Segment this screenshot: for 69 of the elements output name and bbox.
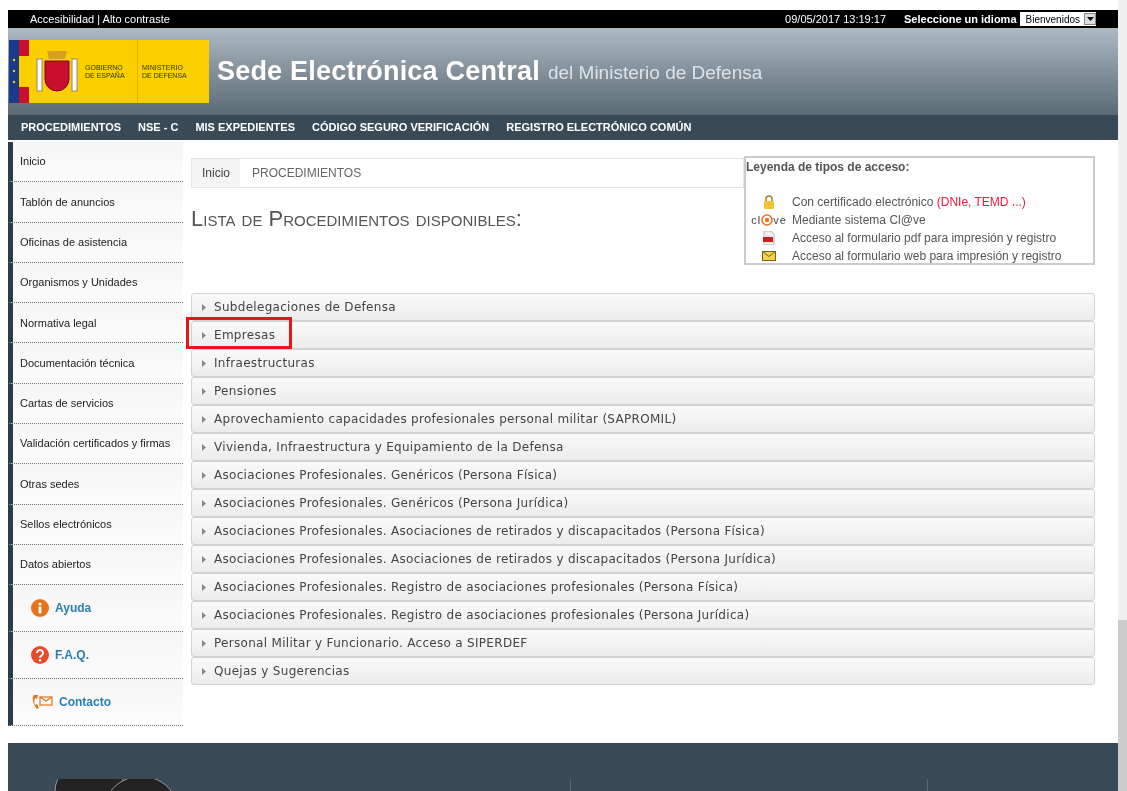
phone-envelope-icon — [31, 693, 53, 712]
accordion-header[interactable]: Infraestructuras — [191, 349, 1095, 377]
accordion-header[interactable]: Asociaciones Profesionales. Registro de asociaciones profesionales (Persona Jurídica) — [191, 601, 1095, 629]
padlock-icon — [763, 195, 775, 209]
sidebar-item[interactable]: Documentación técnica — [8, 343, 183, 384]
accordion-header[interactable]: Asociaciones Profesionales. Registro de asociaciones profesionales (Persona Física) — [191, 573, 1095, 601]
triangle-icon — [202, 359, 206, 367]
nav-link[interactable]: MIS EXPEDIENTES — [195, 119, 295, 136]
language-select[interactable]: Bienvenidos — [1019, 12, 1096, 26]
envelope-icon — [762, 251, 776, 261]
nav-link[interactable]: PROCEDIMIENTOS — [21, 119, 122, 136]
accessibility-link[interactable]: Accesibilidad | Alto contraste — [30, 10, 170, 28]
triangle-icon — [202, 303, 206, 311]
accordion-header[interactable]: Quejas y Sugerencias — [191, 657, 1095, 685]
breadcrumb-current: PROCEDIMIENTOS — [252, 165, 362, 182]
page-title: Lista de Procedimientos disponibles: — [191, 205, 523, 233]
triangle-icon — [202, 471, 206, 479]
sidebar-item[interactable]: Organismos y Unidades — [8, 262, 183, 304]
triangle-icon — [202, 499, 206, 507]
triangle-icon — [202, 639, 206, 647]
accordion-header[interactable]: Empresas — [191, 321, 1095, 349]
sidebar-item[interactable]: Otras sedes — [8, 464, 183, 505]
sidebar-item[interactable]: F.A.Q. — [8, 632, 183, 680]
sidebar-item[interactable]: Validación certificados y firmas — [8, 424, 183, 465]
triangle-icon — [202, 555, 206, 563]
accordion-header[interactable]: Personal Militar y Funcionario. Acceso a SIPERDEF — [191, 629, 1095, 657]
accordion-header[interactable]: Asociaciones Profesionales. Genéricos (Persona Jurídica) — [191, 489, 1095, 517]
legend-text: Con certificado electrónico (DNIe, TEMD ...) — [792, 194, 1026, 211]
accordion-header[interactable]: Subdelegaciones de Defensa — [191, 293, 1095, 321]
triangle-icon — [202, 415, 206, 423]
caret-icon — [1086, 17, 1094, 21]
sidebar-item[interactable]: Sellos electrónicos — [8, 504, 183, 545]
clave-logo: cl ve — [751, 214, 787, 226]
legend-text: Acceso al formulario pdf para impresión y registro — [792, 230, 1057, 247]
sidebar-item[interactable]: Ayuda — [8, 585, 183, 633]
accordion-header[interactable]: Asociaciones Profesionales. Genéricos (Persona Física) — [191, 461, 1095, 489]
nav-link[interactable]: NSE - C — [138, 119, 179, 136]
legend-title: Leyenda de tipos de acceso: — [746, 159, 911, 176]
legend-text: Mediante sistema Cl@ve — [792, 212, 926, 229]
date-time: 09/05/2017 13:19:17 — [785, 11, 887, 27]
sidebar-item[interactable]: Inicio — [8, 142, 183, 183]
triangle-icon — [202, 387, 206, 395]
triangle-icon — [202, 583, 206, 591]
legend-text: Acceso al formulario web para impresión y registro — [792, 248, 1062, 265]
accordion-header[interactable]: Vivienda, Infraestructura y Equipamiento de la Defensa — [191, 433, 1095, 461]
question-icon — [31, 646, 49, 665]
sidebar-item[interactable]: Contacto — [8, 679, 183, 727]
site-subtitle: del Ministerio de Defensa — [547, 61, 763, 86]
language-label: Seleccione un idioma — [904, 11, 1017, 27]
accordion-header[interactable]: Asociaciones Profesionales. Asociaciones de retirados y discapacitados (Persona Jurídica) — [191, 545, 1095, 573]
accordion-header[interactable]: Asociaciones Profesionales. Asociaciones de retirados y discapacitados (Persona Física) — [191, 517, 1095, 545]
site-title: Sede Electrónica Central — [217, 55, 540, 89]
breadcrumb-link[interactable]: Inicio — [192, 159, 240, 187]
triangle-icon — [202, 611, 206, 619]
pdf-file-icon — [763, 231, 775, 245]
sidebar-item[interactable]: Datos abiertos — [8, 544, 183, 586]
triangle-icon — [202, 667, 206, 675]
triangle-icon — [202, 443, 206, 451]
sidebar-item[interactable]: Oficinas de asistencia — [8, 222, 183, 263]
sidebar-item[interactable]: Tablón de anuncios — [8, 182, 183, 223]
sidebar-item[interactable]: Normativa legal — [8, 303, 183, 344]
triangle-icon — [202, 331, 206, 339]
info-icon — [31, 599, 49, 618]
nav-link[interactable]: REGISTRO ELECTRÓNICO COMÚN — [506, 119, 692, 136]
triangle-icon — [202, 527, 206, 535]
sidebar-item[interactable]: Cartas de servicios — [8, 383, 183, 425]
nav-link[interactable]: CÓDIGO SEGURO VERIFICACIÓN — [312, 119, 490, 136]
accordion-header[interactable]: Aprovechamiento capacidades profesionales personal militar (SAPROMIL) — [191, 405, 1095, 433]
accordion-header[interactable]: Pensiones — [191, 377, 1095, 405]
